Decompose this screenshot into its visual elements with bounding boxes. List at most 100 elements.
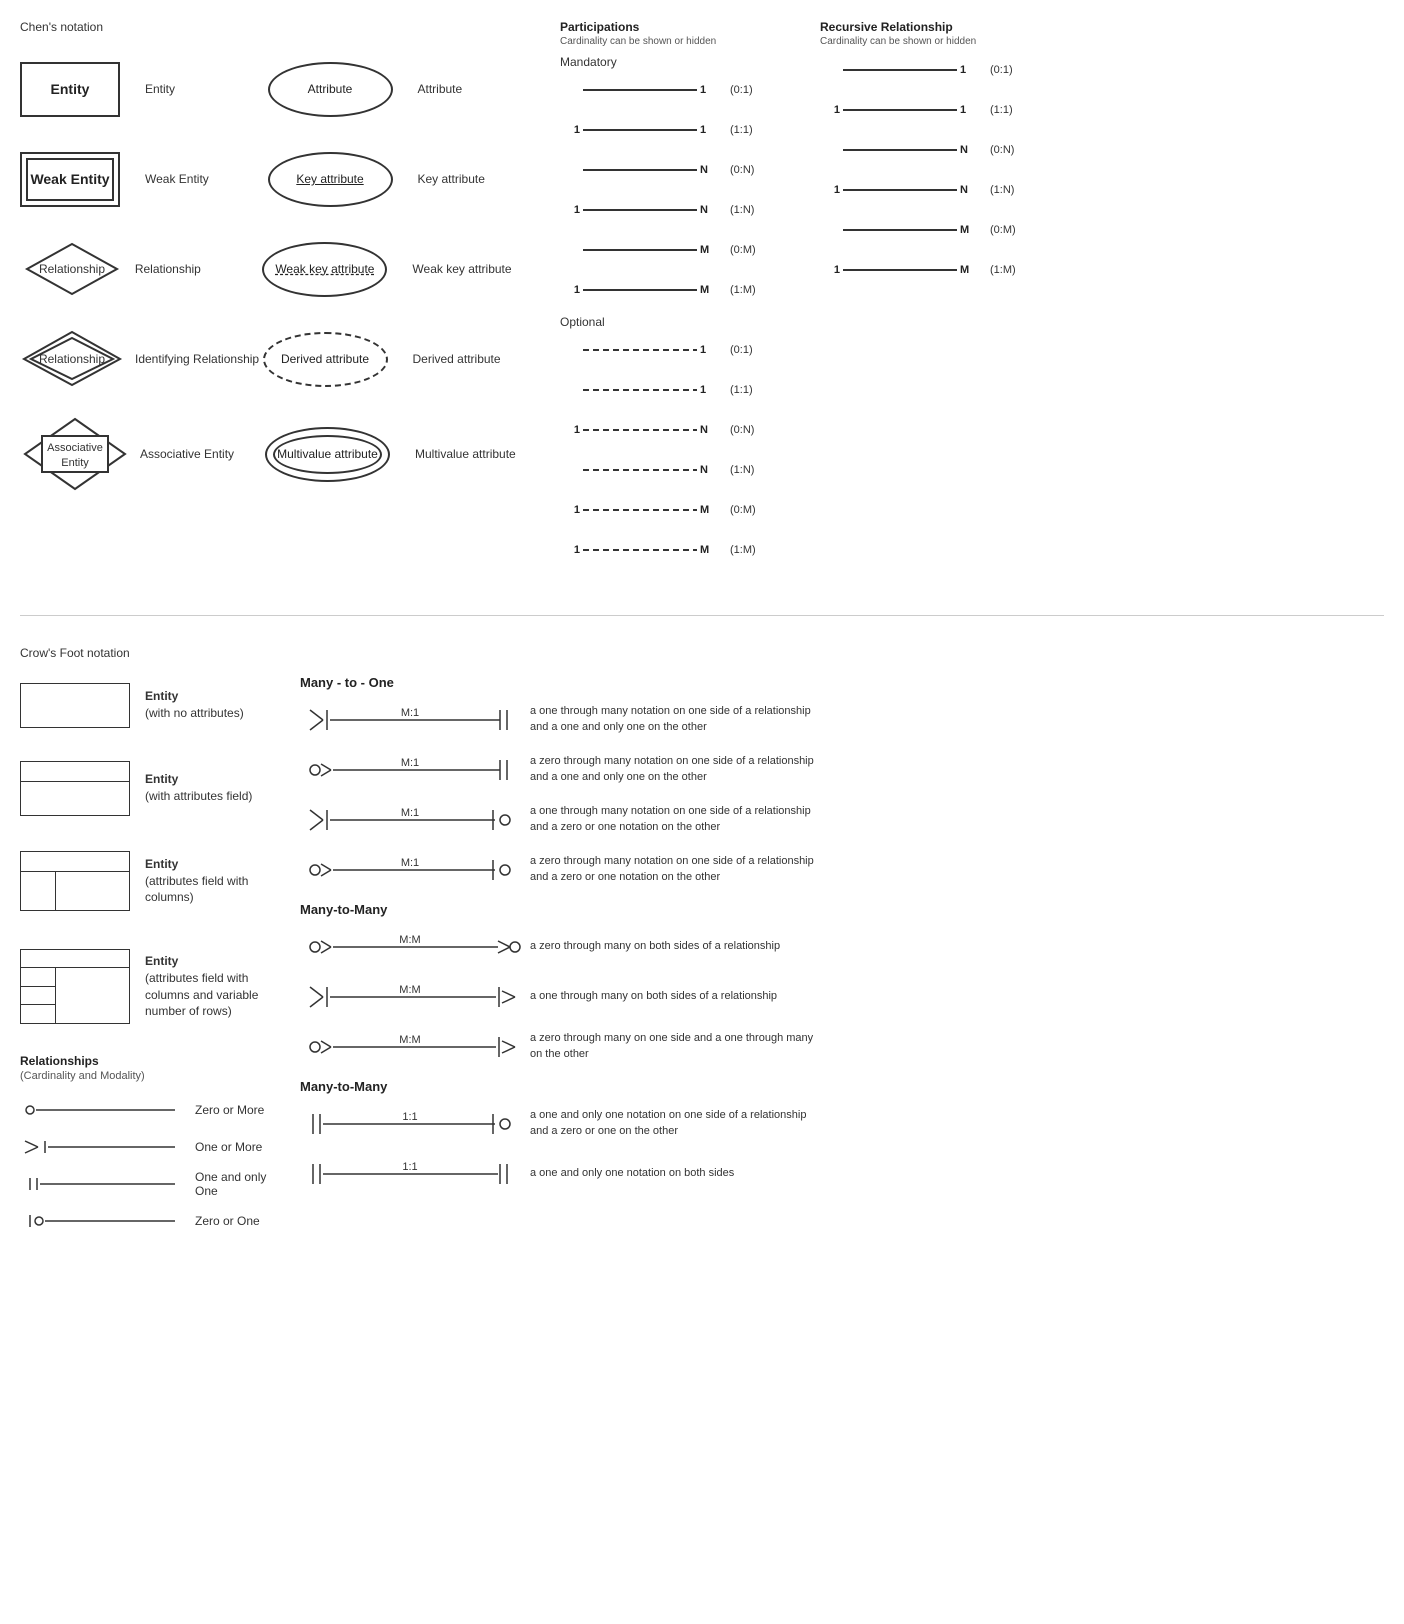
recursive-title: Recursive Relationship [820, 20, 1060, 34]
part-line-0nm: N [560, 164, 720, 176]
solid-line [583, 249, 697, 251]
rec-line-1n: 1 N [820, 184, 980, 196]
svg-text:1:1: 1:1 [402, 1161, 417, 1173]
entity-label: Entity [51, 81, 90, 97]
crows-right-column: Many - to - One M:1 [270, 675, 1384, 1245]
one-only-label: One and only One [195, 1170, 270, 1198]
cf-entity-attr-label: Entity (with attributes field) [145, 771, 252, 805]
dashed-line [583, 429, 697, 431]
cf-entity-var-right [56, 968, 129, 1023]
dashed-line [583, 469, 697, 471]
cf-entity-var-row: Entity (attributes field with columns an… [20, 939, 270, 1034]
rec-row-01: 1 (0:1) [820, 55, 1060, 85]
mm-row-3: M:M a zero through many on one side and … [300, 1029, 1384, 1064]
cf-relationships-area: Relationships (Cardinality and Modality)… [20, 1054, 270, 1233]
m1-label-4: a zero through many notation on one side… [530, 854, 814, 885]
cf-entity-attr-shape [20, 761, 130, 816]
part-row-11-mandatory: 1 1 (1:1) [560, 115, 800, 145]
mm-label-1: a zero through many on both sides of a r… [530, 939, 780, 954]
m1-label-3: a one through many notation on one side … [530, 804, 811, 835]
part-row-0n-optional: N (1:N) [560, 455, 800, 485]
part-row-01-optional: 1 (0:1) [560, 335, 800, 365]
cf-rel-one-only: One and only One [20, 1171, 270, 1196]
part-row-0m-mandatory: M (0:M) [560, 235, 800, 265]
derived-attribute-label: Derived attribute [281, 352, 369, 366]
cf-rel-zero-one: Zero or One [20, 1208, 270, 1233]
attribute-label: Attribute [308, 82, 353, 96]
entity-shape: Entity [20, 62, 120, 117]
recursive-subtitle: Cardinality can be shown or hidden [820, 36, 1060, 47]
11-svg-2: 1:1 [305, 1159, 525, 1189]
cf-entity-attr-body [21, 782, 129, 815]
dashed-line [583, 389, 697, 391]
weak-entity-label: Weak Entity [30, 171, 109, 187]
11-diagram-1: 1:1 [300, 1109, 530, 1139]
m1-label-1: a one through many notation on one side … [530, 704, 811, 735]
cf-entity-var-shape [20, 949, 130, 1024]
identifying-relationship-desc: Identifying Relationship [135, 352, 263, 366]
weak-key-desc: Weak key attribute [412, 262, 540, 276]
cf-entity-var-left [21, 968, 56, 1023]
svg-text:Relationship: Relationship [39, 352, 105, 366]
part-line-01o: 1 [560, 344, 720, 356]
cf-rel-zero-more: Zero or More [20, 1097, 270, 1122]
crows-content: Entity (with no attributes) Entity (with… [20, 675, 1384, 1245]
dashed-line [583, 349, 697, 351]
cf-entity-col-top [21, 852, 129, 872]
associative-entity-shape: Associative Entity [20, 414, 130, 494]
cf-entity-col-left [21, 872, 56, 910]
m1-row-3: M:1 a one through many notation on one s… [300, 802, 1384, 837]
cf-entity-attr-top [21, 762, 129, 782]
main-layout: Chen's notation Entity Entity Attribute … [20, 20, 1384, 1245]
part-row-01-mandatory: 1 (0:1) [560, 75, 800, 105]
m1-svg-2: M:1 [305, 755, 525, 785]
part-row-11-optional: 1 (1:1) [560, 375, 800, 405]
mm-svg-3: M:M [305, 1032, 525, 1062]
zero-one-label: Zero or One [195, 1214, 260, 1228]
derived-attribute-desc: Derived attribute [413, 352, 541, 366]
one-more-label: One or More [195, 1140, 262, 1154]
one-one-section: Many-to-Many 1:1 [300, 1079, 1384, 1191]
part-line-11m: 1 1 [560, 124, 720, 136]
rec-row-1n: 1 N (1:N) [820, 175, 1060, 205]
one-only-icon [20, 1173, 180, 1195]
svg-text:Entity: Entity [61, 457, 89, 469]
part-line-1nm: 1 N [560, 204, 720, 216]
solid-line [843, 109, 957, 111]
cf-entity-col-label: Entity (attributes field with columns) [145, 856, 270, 906]
m1-svg-3: M:1 [305, 805, 525, 835]
recursive-section: Recursive Relationship Cardinality can b… [800, 20, 1060, 575]
relationship-desc: Relationship [135, 262, 263, 276]
mm-diagram-2: M:M [300, 982, 530, 1012]
m1-svg-1: M:1 [305, 705, 525, 735]
weak-entity-inner: Weak Entity [26, 158, 114, 201]
many-to-many-title: Many-to-Many [300, 902, 1384, 917]
chens-title: Chen's notation [20, 20, 540, 34]
cf-entity-var-left-row-3 [21, 1005, 55, 1023]
relationships-sublabel: (Cardinality and Modality) [20, 1070, 270, 1082]
mm-diagram-3: M:M [300, 1032, 530, 1062]
m1-label-2: a zero through many notation on one side… [530, 754, 814, 785]
rec-row-0m: M (0:M) [820, 215, 1060, 245]
cf-entity-basic-shape [20, 683, 130, 728]
svg-text:M:M: M:M [399, 934, 420, 946]
cf-rel-one-more: One or More [20, 1134, 270, 1159]
svg-text:M:1: M:1 [401, 757, 419, 769]
weak-key-shape: Weak key attribute [262, 242, 387, 297]
optional-section: Optional 1 (0:1) 1 (1:1) [560, 315, 800, 565]
m1-diagram-1: M:1 [300, 705, 530, 735]
m1-row-1: M:1 a one through many notation on one s… [300, 702, 1384, 737]
one-more-icon [20, 1136, 180, 1158]
participations-title: Participations [560, 20, 800, 34]
mm-row-2: M:M a one through many on both sides of … [300, 979, 1384, 1014]
zero-one-icon [20, 1210, 180, 1232]
svg-text:M:M: M:M [399, 1034, 420, 1046]
part-line-0mm: M [560, 244, 720, 256]
mm-row-1: M:M a zero through many on both sides of… [300, 929, 1384, 964]
11-row-1: 1:1 a one and only one notation on one s… [300, 1106, 1384, 1141]
rec-row-1m: 1 M (1:M) [820, 255, 1060, 285]
cf-entity-attr-row: Entity (with attributes field) [20, 753, 270, 823]
cf-entity-col-body [21, 872, 129, 910]
cf-entity-var-top [21, 950, 129, 968]
mm-svg-2: M:M [305, 982, 525, 1012]
